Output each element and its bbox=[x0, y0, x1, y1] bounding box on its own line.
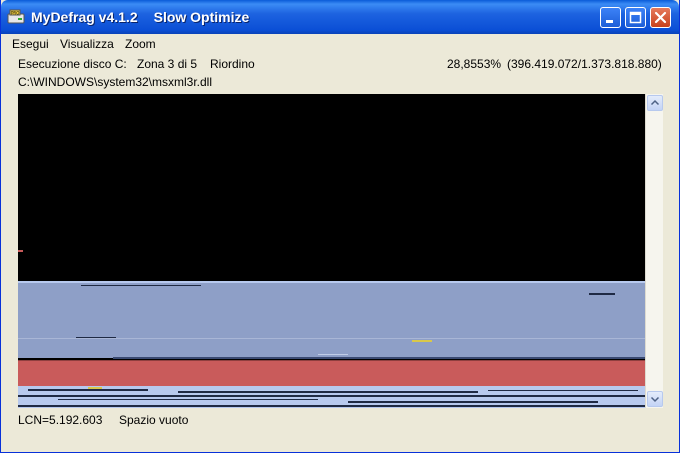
progress-percent: 28,8553% bbox=[447, 57, 502, 71]
title-bar[interactable]: PRO MyDefrag v4.1.2 Slow Optimize bbox=[1, 0, 679, 34]
menu-zoom[interactable]: Zoom bbox=[125, 37, 156, 51]
minimize-icon bbox=[606, 20, 613, 23]
menu-esegui[interactable]: Esegui bbox=[12, 37, 49, 51]
close-icon bbox=[654, 11, 667, 24]
close-button[interactable] bbox=[650, 7, 671, 28]
marker-line bbox=[88, 387, 102, 389]
chevron-up-icon bbox=[650, 99, 660, 106]
lcn-readout: LCN=5.192.603 bbox=[18, 413, 103, 427]
fragment-line bbox=[113, 357, 645, 359]
fragment-line bbox=[348, 401, 598, 403]
cluster-marker bbox=[18, 250, 23, 252]
progress-bytes: (396.419.072/1.373.818.880) bbox=[507, 57, 662, 71]
defrag-disk-icon: PRO bbox=[7, 9, 25, 24]
app-name: MyDefrag v4.1.2 bbox=[31, 9, 138, 25]
fragment-line bbox=[81, 285, 201, 286]
maximize-button[interactable] bbox=[625, 7, 646, 28]
minimize-button[interactable] bbox=[600, 7, 621, 28]
window-title: MyDefrag v4.1.2 Slow Optimize bbox=[31, 9, 249, 25]
vertical-scrollbar[interactable] bbox=[645, 94, 663, 408]
fragment-line bbox=[589, 293, 615, 295]
fragment-line bbox=[28, 389, 148, 391]
execution-status: Esecuzione disco C: bbox=[18, 57, 127, 71]
menu-bar: Esegui Visualizza Zoom bbox=[1, 34, 679, 54]
marker-line bbox=[412, 340, 432, 342]
fragment-line bbox=[18, 395, 645, 397]
zone-status: Zona 3 di 5 bbox=[137, 57, 198, 71]
mft-zone-region bbox=[18, 360, 645, 386]
fragment-line bbox=[178, 391, 478, 393]
scroll-down-button[interactable] bbox=[647, 391, 663, 407]
current-file-path: C:\WINDOWS\system32\msxml3r.dll bbox=[18, 75, 213, 89]
used-space-region bbox=[18, 281, 645, 358]
svg-text:PRO: PRO bbox=[11, 11, 19, 16]
app-window: PRO MyDefrag v4.1.2 Slow Optimize Esegui … bbox=[0, 0, 680, 453]
fragment-line bbox=[18, 405, 645, 407]
scroll-up-button[interactable] bbox=[647, 95, 663, 111]
region-border bbox=[18, 360, 645, 361]
disk-cluster-map[interactable] bbox=[18, 94, 645, 408]
region-stripe bbox=[318, 354, 348, 355]
region-stripe bbox=[18, 338, 645, 339]
fragment-line bbox=[58, 399, 318, 400]
script-name: Slow Optimize bbox=[153, 9, 250, 25]
fragment-line bbox=[488, 390, 638, 391]
chevron-down-icon bbox=[650, 396, 660, 403]
region-border bbox=[18, 281, 645, 283]
phase-status: Riordino bbox=[210, 57, 255, 71]
maximize-icon bbox=[629, 11, 642, 24]
menu-visualizza[interactable]: Visualizza bbox=[60, 37, 114, 51]
cluster-state: Spazio vuoto bbox=[119, 413, 189, 427]
